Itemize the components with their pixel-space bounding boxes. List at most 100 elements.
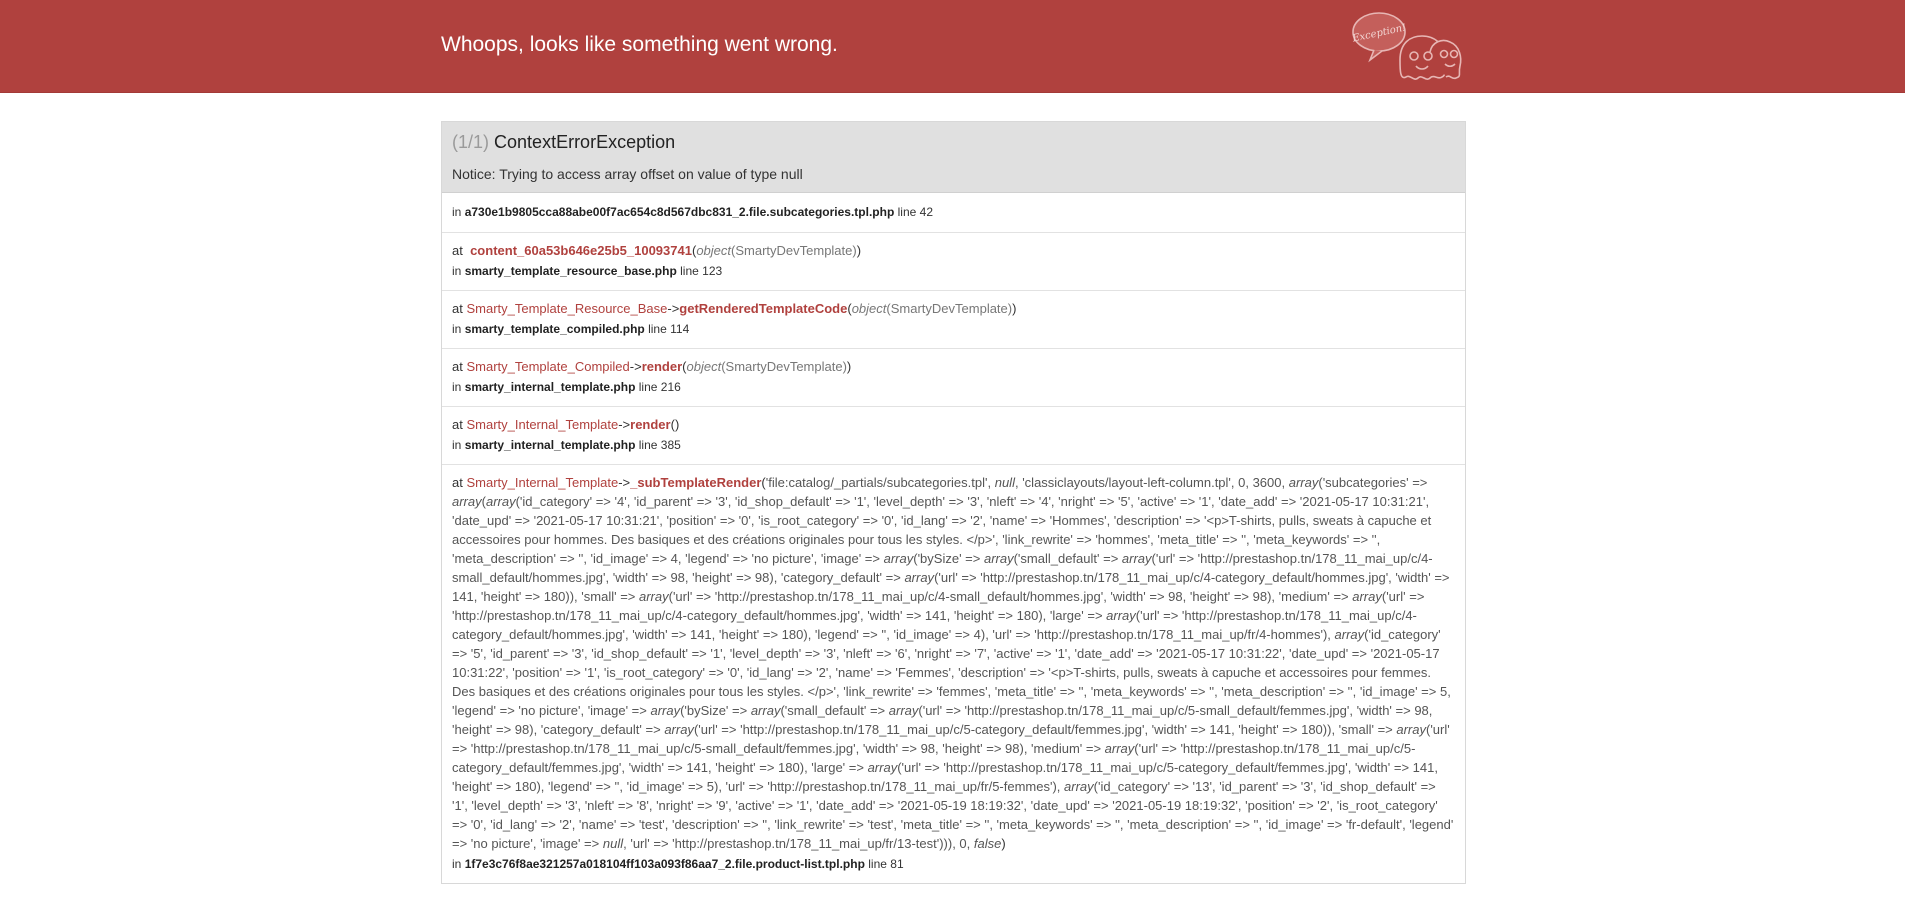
close-paren: ) <box>846 359 852 374</box>
arg-keyword: null <box>602 836 624 851</box>
file-name: 1f7e3c76f8ae321257a018104ff103a093f86aa7… <box>464 857 865 871</box>
arg-keyword: array <box>452 494 482 509</box>
arg-keyword: array <box>867 760 898 775</box>
class-name[interactable]: Smarty_Template_Resource_Base <box>466 301 667 316</box>
in-label: in <box>452 857 462 871</box>
close-paren: ) <box>674 417 680 432</box>
arg-keyword: array <box>1104 741 1135 756</box>
arg-keyword: array <box>1106 608 1136 623</box>
arg-keyword: array <box>1121 551 1152 566</box>
at-label: at <box>452 475 463 490</box>
close-paren: ) <box>1012 301 1017 316</box>
arg-keyword: array <box>1396 722 1426 737</box>
at-label: at <box>452 417 463 432</box>
location-line: in smarty_internal_template.php line 216 <box>452 378 1455 397</box>
in-label: in <box>452 205 462 219</box>
arrow: -> <box>618 417 631 432</box>
function-arguments: 'file:catalog/_partials/subcategories.tp… <box>452 475 1453 851</box>
arrow: -> <box>618 475 631 490</box>
arg-keyword: array <box>638 589 669 604</box>
file-name: a730e1b9805cca88abe00f7ac654c8d567dbc831… <box>464 205 895 219</box>
arg-class: (SmartyDevTemplate) <box>886 301 1013 316</box>
file-name: smarty_template_compiled.php <box>464 322 645 336</box>
arg-text: ('bySize' => <box>680 703 751 718</box>
arg-text: , 'classiclayouts/layout-left-column.tpl… <box>1014 475 1289 490</box>
file-name: smarty_template_resource_base.php <box>464 264 677 278</box>
location-line: in 1f7e3c76f8ae321257a018104ff103a093f86… <box>452 855 1455 874</box>
close-paren: ) <box>856 243 862 258</box>
arg-class: (SmartyDevTemplate) <box>731 243 857 258</box>
arg-keyword: array <box>883 551 914 566</box>
line-number: line 216 <box>638 380 681 394</box>
arg-text: ('url' => 'http://prestashop.tn/178_11_m… <box>668 589 1353 604</box>
class-name[interactable]: Smarty_Template_Compiled <box>466 359 629 374</box>
line-number: line 385 <box>638 438 681 452</box>
function-name[interactable]: getRenderedTemplateCode <box>679 301 847 316</box>
trace-item: at Smarty_Template_Compiled->render(obje… <box>442 349 1465 407</box>
page-title: Whoops, looks like something went wrong. <box>441 33 838 56</box>
exception-class: ContextErrorException <box>494 132 676 152</box>
in-label: in <box>452 264 462 278</box>
arg-keyword: array <box>1064 779 1094 794</box>
arg-keyword: array <box>888 703 919 718</box>
trace-item: at content_60a53b646e25b5_10093741(objec… <box>442 233 1465 291</box>
arg-text: ('small_default' => <box>780 703 889 718</box>
arg-keyword: array <box>664 722 694 737</box>
location-line: in smarty_internal_template.php line 385 <box>452 436 1455 455</box>
error-header: Whoops, looks like something went wrong.… <box>0 0 1905 93</box>
line-number: line 123 <box>680 264 723 278</box>
exception-header: (1/1) ContextErrorException Notice: Tryi… <box>442 122 1465 193</box>
location-line: in smarty_template_compiled.php line 114 <box>452 320 1455 339</box>
arg-keyword: array <box>904 570 935 585</box>
exception-title: (1/1) ContextErrorException <box>452 131 1455 153</box>
arg-keyword: array <box>1352 589 1382 604</box>
arg-keyword: array <box>750 703 781 718</box>
exception-location: in a730e1b9805cca88abe00f7ac654c8d567dbc… <box>442 193 1465 233</box>
arg-type: object <box>696 243 732 258</box>
trace-item-subtemplate: at Smarty_Internal_Template->_subTemplat… <box>442 465 1465 883</box>
arg-text: ('url' => 'http://prestashop.tn/178_11_m… <box>693 722 1397 737</box>
line-number: line 81 <box>868 857 904 871</box>
line-number: line 114 <box>648 322 690 336</box>
arg-type: object <box>851 301 887 316</box>
in-label: in <box>452 438 462 452</box>
trace-item: at Smarty_Internal_Template->render() in… <box>442 407 1465 465</box>
arg-keyword: array <box>485 494 516 509</box>
function-name[interactable]: render <box>642 359 682 374</box>
close-paren: ) <box>1001 836 1006 851</box>
trace-item: at Smarty_Template_Resource_Base->getRen… <box>442 291 1465 349</box>
class-name[interactable]: Smarty_Internal_Template <box>466 417 618 432</box>
arg-text: ('bySize' => <box>913 551 984 566</box>
arg-keyword: array <box>1288 475 1319 490</box>
arg-text: ('subcategories' => <box>1318 475 1428 490</box>
in-label: in <box>452 322 462 336</box>
exception-message: Notice: Trying to access array offset on… <box>452 166 803 182</box>
exception-panel: (1/1) ContextErrorException Notice: Tryi… <box>441 121 1466 884</box>
exception-ghost-icon: Exception! <box>1352 12 1462 80</box>
arg-keyword: null <box>994 475 1015 490</box>
arg-text: , 'url' => 'http://prestashop.tn/178_11_… <box>623 836 974 851</box>
arg-keyword: false <box>973 836 1002 851</box>
exception-count: (1/1) <box>452 132 490 152</box>
arg-text: 'file:catalog/_partials/subcategories.tp… <box>765 475 995 490</box>
class-name[interactable]: Smarty_Internal_Template <box>466 475 618 490</box>
line-number: line 42 <box>897 205 933 219</box>
at-label: at <box>452 243 463 258</box>
location-line: in a730e1b9805cca88abe00f7ac654c8d567dbc… <box>452 205 933 219</box>
arg-keyword: array <box>1334 627 1365 642</box>
function-name[interactable]: _subTemplateRender <box>630 475 761 490</box>
arg-type: object <box>686 359 722 374</box>
file-name: smarty_internal_template.php <box>464 380 636 394</box>
at-label: at <box>452 359 463 374</box>
file-name: smarty_internal_template.php <box>464 438 636 452</box>
arrow: -> <box>667 301 680 316</box>
function-name[interactable]: render <box>630 417 670 432</box>
function-name[interactable]: content_60a53b646e25b5_10093741 <box>470 243 692 258</box>
arg-keyword: array <box>983 551 1014 566</box>
arg-text: ('small_default' => <box>1013 551 1122 566</box>
location-line: in smarty_template_resource_base.php lin… <box>452 262 1455 281</box>
arrow: -> <box>629 359 642 374</box>
arg-class: (SmartyDevTemplate) <box>721 359 847 374</box>
at-label: at <box>452 301 463 316</box>
arg-keyword: array <box>650 703 681 718</box>
